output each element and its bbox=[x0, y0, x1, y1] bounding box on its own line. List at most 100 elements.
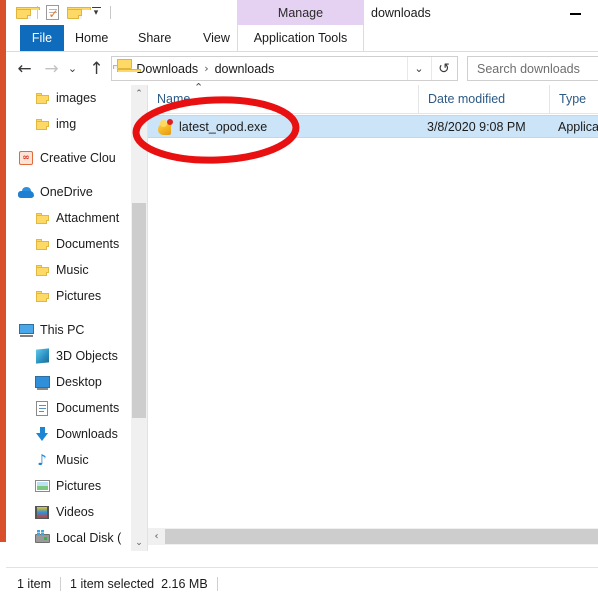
nav-item-onedrive[interactable]: OneDrive bbox=[6, 179, 131, 205]
navigation-pane: images img ∞ Creative Clou OneDrive Atta… bbox=[6, 85, 131, 551]
nav-group-spacer bbox=[6, 137, 131, 145]
tab-file[interactable]: File bbox=[20, 25, 64, 51]
forward-button[interactable]: → bbox=[39, 56, 64, 81]
nav-item-videos[interactable]: Videos bbox=[6, 499, 131, 525]
scroll-down-icon[interactable]: ⌄ bbox=[131, 534, 147, 551]
folder-icon bbox=[34, 90, 50, 106]
folder-icon bbox=[34, 210, 50, 226]
tab-home[interactable]: Home bbox=[64, 25, 119, 51]
file-list-horizontal-scrollbar[interactable]: ‹ bbox=[148, 528, 598, 545]
nav-item-label: Pictures bbox=[56, 479, 102, 493]
folder-icon bbox=[34, 116, 50, 132]
status-selection-count: 1 item selected bbox=[70, 576, 155, 591]
contextual-tab-group-header: Manage bbox=[237, 0, 364, 25]
cloud-icon bbox=[18, 184, 34, 200]
tab-view[interactable]: View bbox=[192, 25, 241, 51]
nav-item-label: Creative Clou bbox=[40, 151, 116, 165]
nav-item-creative-cloud[interactable]: ∞ Creative Clou bbox=[6, 145, 131, 171]
nav-item-music[interactable]: ♪ Music bbox=[6, 447, 131, 473]
scroll-left-icon[interactable]: ‹ bbox=[148, 528, 165, 545]
status-bar: 1 item 1 item selected 2.16 MB bbox=[6, 567, 598, 598]
nav-item-onedrive-music[interactable]: Music bbox=[6, 257, 131, 283]
status-selection-size: 2.16 MB bbox=[161, 576, 208, 591]
up-button[interactable]: ↑ bbox=[84, 56, 109, 81]
column-header-label: Date modified bbox=[428, 92, 506, 106]
nav-item-label: Local Disk ( bbox=[56, 531, 122, 545]
minimize-button[interactable] bbox=[552, 0, 598, 25]
tab-share[interactable]: Share bbox=[127, 25, 182, 51]
checklist-icon[interactable]: ✓ bbox=[41, 1, 63, 24]
nav-item-onedrive-pictures[interactable]: Pictures bbox=[6, 283, 131, 309]
table-row[interactable]: latest_opod.exe 3/8/2020 9:08 PM Applica bbox=[148, 115, 598, 138]
chevron-down-icon[interactable]: ▾ bbox=[85, 1, 107, 24]
back-button[interactable]: ← bbox=[12, 56, 37, 81]
scrollbar-thumb[interactable] bbox=[132, 203, 146, 418]
nav-item-label: Documents bbox=[56, 401, 120, 415]
quick-access-toolbar: ✓ ▾ bbox=[12, 0, 114, 25]
tab-application-tools[interactable]: Application Tools bbox=[237, 25, 364, 51]
nav-item-images[interactable]: images bbox=[6, 85, 131, 111]
nav-item-label: img bbox=[56, 117, 77, 131]
status-divider bbox=[60, 576, 62, 591]
nav-item-label: Music bbox=[56, 453, 89, 467]
file-date-modified-cell: 3/8/2020 9:08 PM bbox=[427, 119, 526, 134]
nav-item-local-disk-c[interactable]: Local Disk ( bbox=[6, 525, 131, 551]
ribbon-tab-bar: File Home Share View Application Tools bbox=[6, 25, 598, 52]
executable-icon bbox=[157, 118, 173, 135]
nav-item-img[interactable]: img bbox=[6, 111, 131, 137]
sort-ascending-icon: ⌃ bbox=[194, 81, 204, 94]
nav-item-onedrive-documents[interactable]: Documents bbox=[6, 231, 131, 257]
creative-cloud-icon: ∞ bbox=[18, 150, 34, 166]
folder-icon bbox=[34, 236, 50, 252]
nav-item-label: This PC bbox=[40, 323, 85, 337]
address-bar[interactable]: « Downloads › downloads ⌄ ↺ bbox=[111, 56, 458, 81]
title-bar: ✓ ▾ Manage downloads bbox=[6, 0, 598, 25]
column-header-date-modified[interactable]: Date modified bbox=[418, 85, 549, 113]
download-arrow-icon bbox=[34, 426, 50, 442]
nav-item-label: Downloads bbox=[56, 427, 118, 441]
search-placeholder: Search downloads bbox=[477, 61, 580, 76]
nav-group-spacer bbox=[6, 171, 131, 179]
scroll-up-icon[interactable]: ⌃ bbox=[131, 85, 147, 102]
toolbar-divider bbox=[110, 6, 111, 19]
folder-icon bbox=[34, 288, 50, 304]
desktop-icon bbox=[34, 374, 50, 390]
breadcrumb-item-downloads-parent[interactable]: Downloads bbox=[136, 62, 198, 76]
nav-item-3d-objects[interactable]: 3D Objects bbox=[6, 343, 131, 369]
column-header-type[interactable]: Type bbox=[549, 85, 598, 113]
file-name-label: latest_opod.exe bbox=[179, 119, 268, 134]
music-note-icon: ♪ bbox=[37, 450, 47, 469]
breadcrumb-separator-icon[interactable]: › bbox=[204, 62, 208, 75]
caption-buttons bbox=[552, 0, 598, 25]
scrollbar-thumb[interactable] bbox=[165, 529, 598, 544]
breadcrumb-item-downloads[interactable]: downloads bbox=[215, 62, 275, 76]
column-header-name[interactable]: ⌃ Name bbox=[148, 81, 418, 113]
column-header-label: Name bbox=[157, 92, 191, 106]
nav-item-label: Documents bbox=[56, 237, 120, 251]
document-icon bbox=[34, 400, 50, 416]
nav-item-label: OneDrive bbox=[40, 185, 93, 199]
nav-item-pictures[interactable]: Pictures bbox=[6, 473, 131, 499]
chevron-down-icon[interactable]: ⌄ bbox=[407, 57, 430, 80]
folder-icon[interactable] bbox=[12, 1, 40, 24]
search-input[interactable]: Search downloads bbox=[467, 56, 598, 81]
nav-item-documents[interactable]: Documents bbox=[6, 395, 131, 421]
navigation-pane-scrollbar[interactable]: ⌃ ⌄ bbox=[131, 85, 148, 551]
nav-item-label: Attachment bbox=[56, 211, 120, 225]
nav-item-attachments[interactable]: Attachment bbox=[6, 205, 131, 231]
column-header-label: Type bbox=[559, 92, 587, 106]
breadcrumb: « Downloads › downloads bbox=[124, 62, 274, 76]
nav-item-label: Desktop bbox=[56, 375, 102, 389]
contextual-tab-group-label: Manage bbox=[277, 5, 324, 20]
nav-item-downloads[interactable]: Downloads bbox=[6, 421, 131, 447]
address-bar-row: ← → ⌄ ↑ « Downloads › downloads ⌄ ↺ Sear… bbox=[6, 52, 598, 85]
nav-item-this-pc[interactable]: This PC bbox=[6, 317, 131, 343]
video-icon bbox=[34, 504, 50, 520]
folder-icon[interactable] bbox=[63, 1, 91, 24]
nav-item-label: Videos bbox=[56, 505, 94, 519]
refresh-icon[interactable]: ↺ bbox=[431, 57, 456, 80]
minimize-icon bbox=[569, 12, 581, 15]
explorer-content: images img ∞ Creative Clou OneDrive Atta… bbox=[6, 81, 598, 551]
recent-locations-button[interactable]: ⌄ bbox=[64, 56, 81, 81]
nav-item-desktop[interactable]: Desktop bbox=[6, 369, 131, 395]
